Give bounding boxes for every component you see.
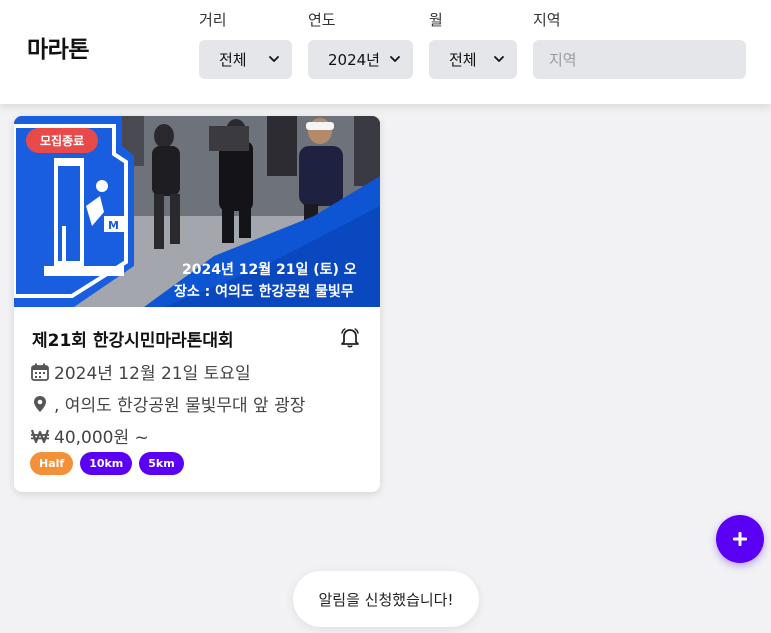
plus-icon bbox=[733, 532, 747, 546]
map-pin-icon bbox=[34, 395, 46, 412]
distance-tags: Half 10km 5km bbox=[30, 452, 184, 475]
filter-year: 연도 2024년 bbox=[308, 10, 413, 79]
event-title: 제21회 한강시민마라톤대회 bbox=[32, 331, 234, 351]
event-price-row: 40,000원 ~ bbox=[30, 423, 149, 448]
region-input[interactable]: 지역 bbox=[533, 40, 746, 79]
event-date: 2024년 12월 21일 토요일 bbox=[54, 364, 251, 384]
header: 마라톤 거리 전체 연도 2024년 월 전체 지역 지역 bbox=[0, 0, 771, 104]
event-location: , 여의도 한강공원 물빛무대 앞 광장 bbox=[54, 396, 306, 416]
year-select-value: 2024년 bbox=[328, 51, 380, 69]
event-card[interactable]: 2024년 12월 21일 (토) 오 장소 : 여의도 한강공원 물빛무 M … bbox=[14, 116, 380, 492]
year-select[interactable]: 2024년 bbox=[308, 40, 413, 79]
chevron-down-icon bbox=[390, 56, 400, 62]
svg-text:M: M bbox=[108, 219, 119, 232]
bell-icon[interactable] bbox=[339, 326, 361, 348]
banner-location-text: 장소 : 여의도 한강공원 물빛무 bbox=[174, 283, 354, 300]
filter-distance-label: 거리 bbox=[199, 11, 227, 29]
chevron-down-icon bbox=[269, 56, 279, 62]
event-location-row: , 여의도 한강공원 물빛무대 앞 광장 bbox=[30, 391, 305, 416]
calendar-icon bbox=[31, 363, 49, 381]
filter-month: 월 전체 bbox=[429, 10, 517, 79]
distance-select-value: 전체 bbox=[219, 51, 247, 69]
filter-month-label: 월 bbox=[429, 11, 443, 29]
app-brand: 마라톤 bbox=[27, 37, 89, 63]
event-price: 40,000원 ~ bbox=[54, 428, 149, 448]
banner-date-text: 2024년 12월 21일 (토) 오 bbox=[182, 261, 357, 278]
tag-half: Half bbox=[30, 452, 74, 475]
event-banner-image: 2024년 12월 21일 (토) 오 장소 : 여의도 한강공원 물빛무 M … bbox=[14, 116, 380, 307]
filter-region: 지역 지역 bbox=[533, 10, 746, 79]
chevron-down-icon bbox=[494, 56, 504, 62]
month-select[interactable]: 전체 bbox=[429, 40, 517, 79]
distance-select[interactable]: 전체 bbox=[199, 40, 292, 79]
filter-region-label: 지역 bbox=[533, 11, 561, 29]
won-icon bbox=[30, 429, 50, 443]
filter-year-label: 연도 bbox=[308, 11, 336, 29]
event-date-row: 2024년 12월 21일 토요일 bbox=[30, 359, 251, 384]
filter-distance: 거리 전체 bbox=[199, 10, 292, 79]
status-badge: 모집종료 bbox=[26, 128, 99, 153]
toast-notification: 알림을 신청했습니다! bbox=[293, 571, 479, 627]
month-select-value: 전체 bbox=[449, 51, 477, 69]
tag-10km: 10km bbox=[80, 452, 133, 475]
add-button[interactable] bbox=[716, 515, 764, 563]
tag-5km: 5km bbox=[139, 452, 184, 475]
